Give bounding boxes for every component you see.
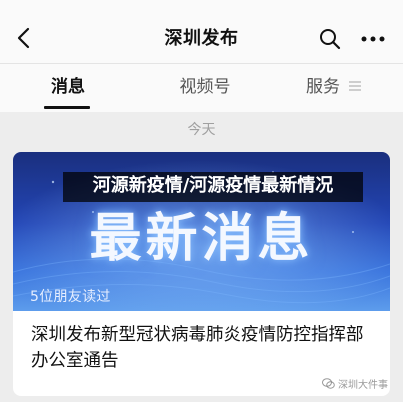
article-card[interactable]: 最新消息 5位朋友读过 河源新疫情/河源疫情最新情况 深圳发布新型冠状病毒肺炎疫… <box>13 152 390 396</box>
tab-channels[interactable]: 视频号 <box>175 64 235 112</box>
tab-services[interactable]: 服务 <box>306 64 386 112</box>
navigation-bar: 深圳发布 <box>0 0 403 64</box>
tab-services-label: 服务 <box>306 77 340 97</box>
search-button[interactable] <box>316 25 344 53</box>
friends-read-count: 5位朋友读过 <box>30 289 111 305</box>
more-horizontal-icon <box>361 36 385 42</box>
more-button[interactable] <box>358 25 388 53</box>
date-separator: 今天 <box>187 122 216 138</box>
watermark-text: 深圳大件事 <box>338 380 388 391</box>
tab-bar: 消息 视频号 服务 <box>0 64 403 112</box>
wechat-logo-icon <box>322 378 335 389</box>
search-icon <box>320 29 341 50</box>
active-tab-indicator <box>44 106 90 109</box>
article-title[interactable]: 深圳发布新型冠状病毒肺炎疫情防控指挥部办公室通告 <box>31 322 373 374</box>
tab-messages[interactable]: 消息 <box>48 64 88 112</box>
headline-overlay: 河源新疫情/河源疫情最新情况 <box>63 172 363 202</box>
watermark: 深圳大件事 <box>322 376 388 391</box>
cover-headline: 最新消息 <box>89 208 314 269</box>
menu-lines-icon <box>349 80 362 91</box>
